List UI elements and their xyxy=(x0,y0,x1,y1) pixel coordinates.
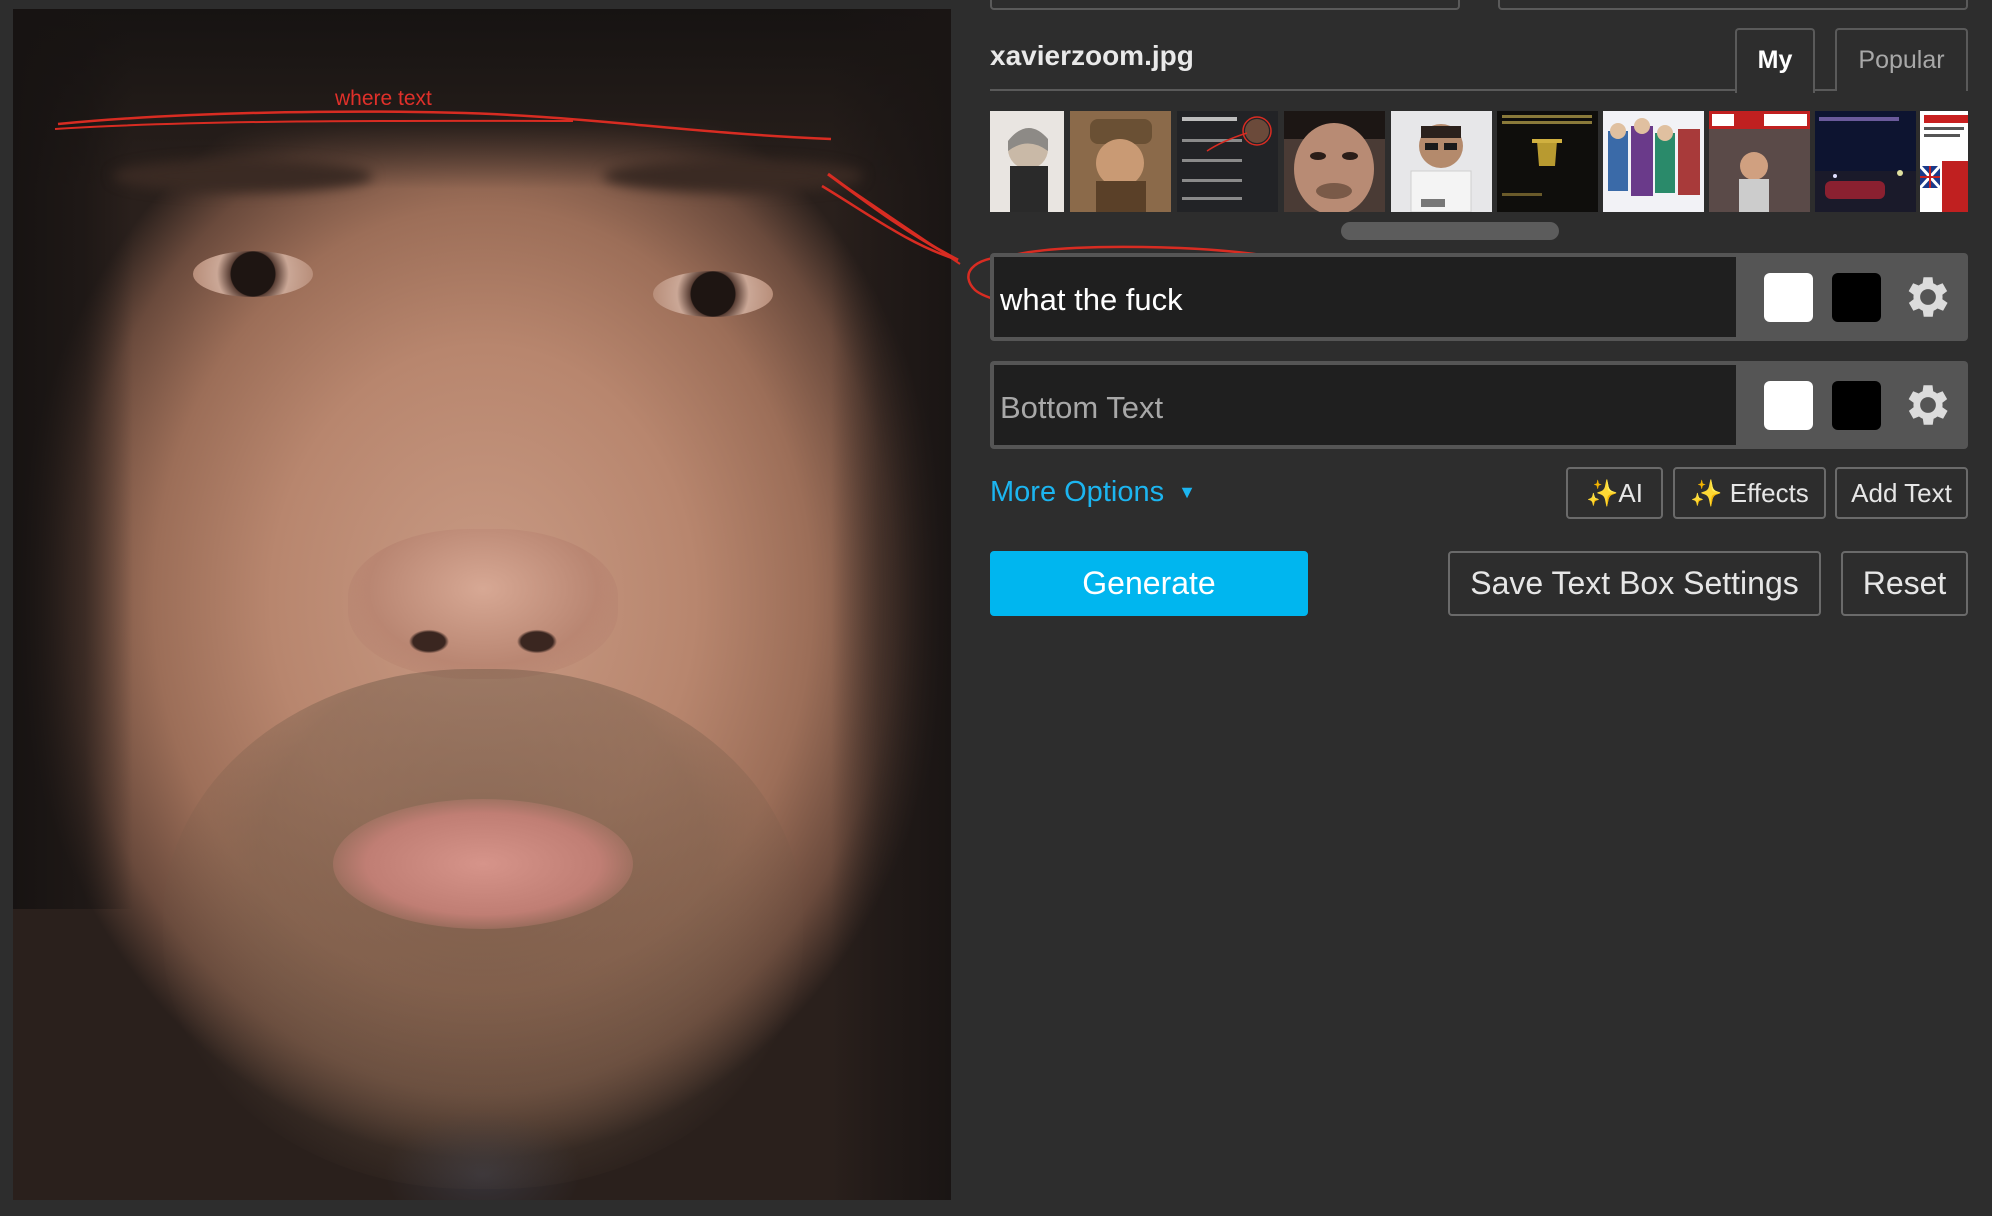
annotation-label: where text xyxy=(335,87,432,110)
thumb-face-closeup[interactable] xyxy=(1284,111,1385,212)
text-color-swatch[interactable] xyxy=(1764,273,1813,322)
top-field-left[interactable] xyxy=(990,0,1460,10)
thumb-people-also-ask[interactable] xyxy=(1177,111,1278,212)
top-text-input[interactable] xyxy=(994,257,1736,337)
save-text-box-settings-button[interactable]: Save Text Box Settings xyxy=(1448,551,1821,616)
text-box-row-2 xyxy=(990,361,1968,449)
file-name: xavierzoom.jpg xyxy=(990,40,1194,71)
ai-button[interactable]: ✨AI xyxy=(1566,467,1663,519)
bottom-text-input[interactable] xyxy=(994,365,1736,445)
more-options-label: More Options xyxy=(990,476,1165,508)
top-field-right[interactable] xyxy=(1498,0,1968,10)
thumb-live-reaction[interactable] xyxy=(1709,111,1810,212)
gear-icon[interactable] xyxy=(1901,378,1955,432)
tabs-divider xyxy=(990,89,1968,91)
thumb-dark-graphic[interactable] xyxy=(1497,111,1598,212)
outline-color-swatch[interactable] xyxy=(1832,381,1881,430)
thumb-cartoon-band[interactable] xyxy=(1603,111,1704,212)
thumb-every-repost[interactable] xyxy=(1920,111,1968,212)
outline-color-swatch[interactable] xyxy=(1832,273,1881,322)
tab-popular[interactable]: Popular xyxy=(1835,28,1968,91)
text-box-row-1 xyxy=(990,253,1968,341)
reset-button[interactable]: Reset xyxy=(1841,551,1968,616)
gear-icon[interactable] xyxy=(1901,270,1955,324)
text-color-swatch[interactable] xyxy=(1764,381,1813,430)
more-options-link[interactable]: More Options ▼ xyxy=(990,476,1196,509)
thumbnail-strip[interactable] xyxy=(990,111,1968,212)
add-text-button[interactable]: Add Text xyxy=(1835,467,1968,519)
caret-down-icon: ▼ xyxy=(1178,482,1196,502)
thumb-night-car[interactable] xyxy=(1815,111,1916,212)
thumb-anime-character[interactable] xyxy=(990,111,1064,212)
meme-generator: where text xavierzoom.jpg My Popular wha… xyxy=(0,0,1992,1216)
thumb-man-cap[interactable] xyxy=(1070,111,1171,212)
effects-button[interactable]: ✨ Effects xyxy=(1673,467,1826,519)
thumb-man-glasses[interactable] xyxy=(1391,111,1492,212)
tab-my[interactable]: My xyxy=(1735,28,1815,93)
generate-button[interactable]: Generate xyxy=(990,551,1308,616)
thumbnail-scrollbar[interactable] xyxy=(1341,222,1559,240)
